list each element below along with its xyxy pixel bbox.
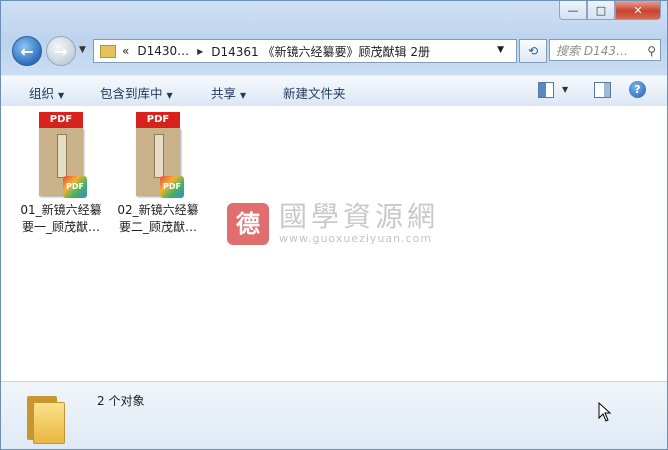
recent-pages-dropdown[interactable]: ▼ [79,45,86,55]
breadcrumb-item[interactable]: D1430… [137,44,189,58]
chevron-down-icon: ▼ [58,91,65,100]
pdf-badge-icon: PDF [160,176,184,198]
chevron-down-icon[interactable]: ▼ [497,45,504,55]
file-name: 01_新镜六经纂 要一_顾茂猷… [20,203,102,234]
chevron-down-icon: ▼ [166,91,173,100]
breadcrumb-separator-icon[interactable]: ▶ [197,47,203,56]
breadcrumb-item[interactable]: D14361 《新镜六经纂要》顾茂猷辑 2册 [211,43,430,60]
include-in-library-menu[interactable]: 包含到库中 ▼ [100,83,173,102]
arrow-left-icon: ← [20,41,34,61]
search-placeholder: 搜索 D143… [556,44,628,58]
back-button[interactable]: ← [12,36,42,66]
file-list[interactable]: PDF PDF 01_新镜六经纂 要一_顾茂猷… PDF PDF 02_新镜六经… [1,106,667,381]
new-folder-button[interactable]: 新建文件夹 [283,83,346,102]
file-item[interactable]: PDF PDF 01_新镜六经纂 要一_顾茂猷… [16,112,106,236]
address-bar[interactable]: « D1430… ▶ D14361 《新镜六经纂要》顾茂猷辑 2册 ▼ [93,39,517,63]
chevron-down-icon[interactable]: ▼ [562,85,568,94]
watermark-title: 國學資源網 [279,200,440,233]
share-menu[interactable]: 共享 ▼ [211,83,246,102]
chevron-down-icon: ▼ [240,91,247,100]
watermark-url: www.guoxueziyuan.com [279,232,433,245]
pdf-file-icon: PDF PDF [39,112,87,198]
title-buttons: — □ ✕ [559,1,661,20]
maximize-button[interactable]: □ [587,1,615,20]
details-pane: 2 个对象 [1,381,667,449]
file-name: 02_新镜六经纂 要二_顾茂猷… [117,203,199,234]
item-count: 2 个对象 [97,394,145,408]
pdf-header-label: PDF [136,112,180,128]
refresh-icon: ⟲ [527,44,539,58]
pdf-header-label: PDF [39,112,83,128]
search-icon[interactable]: ⚲ [647,40,656,62]
arrow-right-icon: → [54,41,68,61]
minimize-button[interactable]: — [559,1,587,20]
watermark: 德 國學資源網 www.guoxueziyuan.com [227,202,439,245]
pdf-file-icon: PDF PDF [136,112,184,198]
refresh-button[interactable]: ⟲ [519,39,547,63]
organize-menu[interactable]: 组织 ▼ [29,83,64,102]
include-library-label: 包含到库中 [100,86,163,101]
folder-icon [27,390,65,444]
help-icon[interactable]: ? [629,81,646,98]
pdf-badge-icon: PDF [63,176,87,198]
preview-pane-icon[interactable] [594,82,611,98]
share-label: 共享 [211,86,237,101]
organize-label: 组织 [29,86,55,101]
folder-icon [100,44,116,58]
file-item[interactable]: PDF PDF 02_新镜六经纂 要二_顾茂猷… [113,112,203,236]
close-button[interactable]: ✕ [615,1,661,20]
search-input[interactable]: 搜索 D143… ⚲ [549,39,661,61]
command-bar: 组织 ▼ 包含到库中 ▼ 共享 ▼ 新建文件夹 ▼ ? [1,75,667,107]
change-view-icon[interactable] [538,82,554,98]
navigation-bar: ← → ▼ « D1430… ▶ D14361 《新镜六经纂要》顾茂猷辑 2册 … [9,35,661,66]
watermark-seal-icon: 德 [227,202,269,245]
explorer-window: — □ ✕ ← → ▼ « D1430… ▶ D14361 《新镜六经纂要》顾茂… [0,0,668,450]
forward-button[interactable]: → [46,36,76,66]
mouse-cursor-icon [598,402,612,422]
address-overflow[interactable]: « [122,44,129,58]
